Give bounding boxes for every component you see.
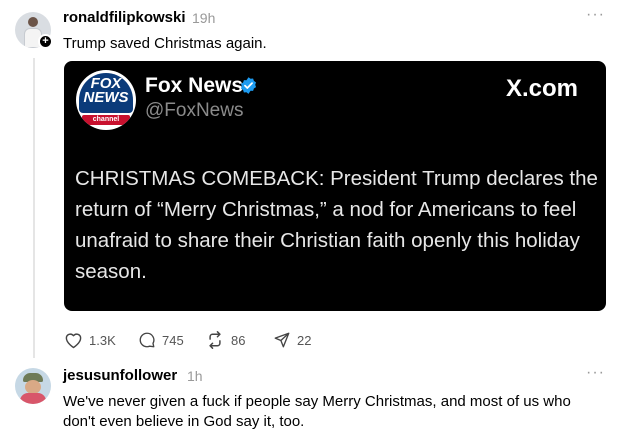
avatar-face — [25, 380, 41, 394]
heart-icon — [65, 333, 82, 349]
reply-more-icon[interactable]: ··· — [586, 364, 605, 382]
reply-avatar[interactable] — [15, 368, 51, 404]
share-count: 22 — [297, 332, 312, 348]
like-count: 1.3K — [89, 332, 116, 348]
embed-handle: @FoxNews — [145, 100, 244, 121]
verified-icon — [240, 77, 257, 94]
avatar-head — [28, 17, 38, 27]
post-username[interactable]: ronaldfilipkowski — [63, 9, 186, 26]
repost-button[interactable]: 86 — [205, 329, 245, 351]
reply-text: We've never given a fuck if people say M… — [63, 393, 571, 430]
follow-badge[interactable]: + — [38, 34, 53, 49]
reply-icon — [139, 332, 155, 348]
fox-news-logo: FOX NEWS channel — [76, 70, 136, 130]
post-text: Trump saved Christmas again. — [63, 35, 267, 52]
reply-button[interactable]: 745 — [138, 329, 184, 351]
embed-site-label: X.com — [506, 75, 579, 102]
logo-text: FOX NEWS — [83, 75, 129, 106]
share-icon — [274, 332, 290, 348]
repost-count: 86 — [231, 332, 246, 348]
embed-headline: CHRISTMAS COMEBACK: President Trump decl… — [75, 167, 598, 283]
avatar-shirt — [20, 393, 46, 404]
reply-username[interactable]: jesusunfollower — [63, 367, 177, 384]
thread-line — [33, 58, 35, 358]
reply-timestamp: 1h — [187, 368, 203, 384]
post-timestamp: 19h — [192, 10, 216, 26]
share-button[interactable]: 22 — [273, 329, 311, 351]
embed-source-name: Fox News — [145, 74, 244, 97]
logo-subtext: channel — [82, 115, 130, 125]
more-icon[interactable]: ··· — [586, 6, 605, 24]
repost-icon — [209, 331, 221, 349]
reply-count: 745 — [162, 332, 184, 348]
embedded-post-card[interactable]: FOX NEWS channel Fox News @FoxNews X.com… — [64, 61, 606, 311]
like-button[interactable]: 1.3K — [64, 329, 116, 351]
